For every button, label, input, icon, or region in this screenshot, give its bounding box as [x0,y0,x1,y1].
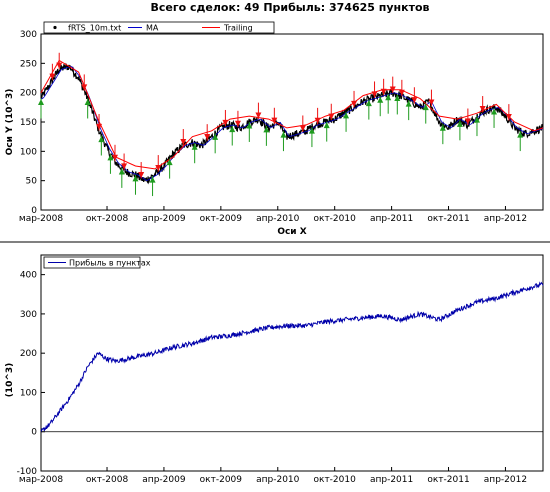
bottom-y-tick-label: 100 [20,388,37,398]
bottom-plot-frame [40,254,544,472]
chart-title: Всего сделок: 49 Прибыль: 374625 пунктов [151,1,430,14]
top-x-tick-label: окт-2010 [314,214,357,224]
legend-trailing-label: Trailing [223,24,253,33]
chart-canvas: Всего сделок: 49 Прибыль: 374625 пунктов… [0,1,550,485]
legend-ma-label: MA [146,24,159,33]
top-y-tick-label: 150 [20,118,37,128]
bottom-x-tick-label: апр-2010 [256,475,300,485]
bottom-y-tick-label: 300 [20,310,37,320]
legend-profit-label: Прибыль в пунктах [69,259,151,268]
bottom-y-tick-label: 200 [20,349,37,359]
bottom-legend: Прибыль в пунктах [43,256,151,269]
bottom-y-label: (10^3) [5,363,15,398]
top-y-label: Оси Y (10^3) [5,89,15,156]
top-x-tick-label: окт-2008 [86,214,129,224]
top-chart: 050100150200250300 мар-2008 окт-2008 апр-2… [5,21,544,237]
top-y-tick-label: 50 [26,177,38,187]
bottom-y-tick-label: 0 [31,428,37,438]
top-x-tick-label: апр-2010 [256,214,300,224]
top-x-tick-label: апр-2012 [484,214,527,224]
legend-price-marker [53,25,57,30]
bottom-x-tick-label: окт-2009 [200,475,243,485]
top-y-tick-label: 200 [20,89,37,99]
bottom-x-tick-label: окт-2010 [314,475,357,485]
bottom-x-tick-label: апр-2011 [370,475,413,485]
bottom-chart: -1000100200300400 мар-2008 окт-2008 апр-20… [5,254,544,485]
bottom-x-tick-label: мар-2008 [19,475,63,485]
bottom-x-tick-label: окт-2011 [427,475,469,485]
top-y-tick-label: 300 [20,30,37,40]
bottom-x-tick-label: окт-2008 [86,475,129,485]
bottom-x-tick-label: апр-2012 [484,475,527,485]
top-y-tick-label: 250 [20,59,37,69]
top-y-tick-label: 100 [20,147,37,157]
bottom-x-tick-label: апр-2009 [142,475,186,485]
top-x-label: Оси X [277,227,306,237]
top-x-tick-label: апр-2011 [370,214,413,224]
top-x-tick-label: окт-2009 [200,214,243,224]
top-x-tick-label: апр-2009 [142,214,186,224]
top-legend: fRTS_10m.txt MA Trailing [43,21,275,34]
top-x-tick-label: окт-2011 [427,214,469,224]
bottom-y-tick-label: 400 [20,271,37,281]
top-x-tick-label: мар-2008 [19,214,63,224]
legend-price-label: fRTS_10m.txt [68,24,121,33]
